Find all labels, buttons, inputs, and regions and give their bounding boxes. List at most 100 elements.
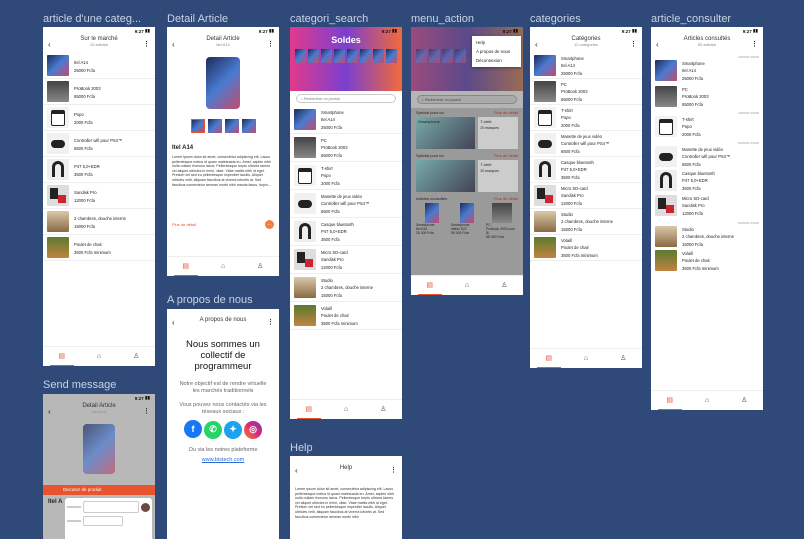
whatsapp-icon[interactable]: ✆ (204, 420, 222, 439)
list-item[interactable]: Casque bluetooth P47 5,0+EDR 3500 Fcfa (651, 168, 763, 193)
instagram-icon[interactable]: ◎ (244, 420, 262, 439)
feed-icon: ▤ (545, 354, 552, 362)
list-item[interactable]: Volaill Poulet de chair 3500 Fcfa minimum (530, 235, 642, 261)
list-item[interactable]: Popo 2000 Fcfa (43, 105, 155, 131)
tab-profile[interactable]: ♙ (732, 391, 756, 411)
more-menu-icon[interactable]: ⋮ (267, 318, 274, 326)
twitter-icon[interactable]: ✦ (224, 420, 242, 439)
tab-profile[interactable]: ♙ (371, 400, 395, 420)
thumbnail[interactable] (241, 119, 256, 133)
tab-feed[interactable]: ▤ (49, 347, 74, 366)
tab-profile[interactable]: ♙ (611, 349, 635, 369)
menu-item-help[interactable]: Help (472, 38, 521, 47)
list-item[interactable]: Volaill Poulet de chair 3500 Fcfa minimum (651, 248, 763, 273)
tab-profile[interactable]: ♙ (124, 347, 148, 367)
chat-fab-icon[interactable]: … (265, 220, 274, 229)
room-image (534, 211, 556, 232)
more-menu-icon[interactable]: ⋮ (143, 40, 150, 48)
website-link[interactable]: www.bistech.com (167, 454, 279, 463)
tab-feed[interactable]: ▤ (657, 391, 682, 410)
promo-card[interactable]: Smartphone (416, 117, 476, 149)
list-item[interactable]: Studio 2 chambres, douche interne 15000 Fc… (651, 225, 763, 248)
thumbnail[interactable] (207, 119, 222, 133)
tab-feed[interactable]: ▤ (296, 400, 321, 419)
tab-feed[interactable]: ▤ (173, 257, 198, 276)
list-item[interactable]: 2 chambres, douche interne 15000 Fcfa (43, 209, 155, 235)
search-input[interactable]: ⌕ Rechercher un produit (296, 94, 396, 103)
back-arrow-icon[interactable]: ‹ (295, 466, 305, 475)
list-item[interactable]: Manette de jeux vidéo Controller wifi pou… (530, 131, 642, 157)
list-item[interactable]: Sandisk Pro 12000 Fcfa (43, 183, 155, 209)
more-menu-icon[interactable]: ⋮ (630, 40, 637, 48)
list-item[interactable]: Manette de jeux vidéo Controller wifi pou… (290, 190, 402, 218)
viewed-card[interactable]: PC ProBook 2003 core i5 55 000 Fcfa (486, 203, 518, 239)
tab-shop[interactable]: ⌂ (334, 400, 358, 420)
item-subname: Controller wifi pour PS4™ (561, 141, 610, 146)
list-item[interactable]: T-shirt Popo 2000 Fcfa (290, 162, 402, 190)
more-menu-icon[interactable]: ⋮ (751, 40, 758, 48)
viewed-card[interactable]: Smartphone Itel A14 25 000 Fcfa (416, 203, 448, 239)
tab-shop[interactable]: ⌂ (574, 349, 598, 369)
back-arrow-icon[interactable]: ‹ (172, 318, 182, 327)
list-item[interactable]: Itel A14 25000 Fcfa (43, 53, 155, 79)
promo-card[interactable] (416, 160, 476, 192)
tab-shop[interactable]: ⌂ (211, 257, 235, 277)
more-menu-icon[interactable]: ⋮ (267, 40, 274, 48)
list-item[interactable]: T-shirt Popo 2000 Fcfa (651, 115, 763, 138)
promo-card[interactable]: T-shirt 20 marques (478, 117, 518, 149)
list-item[interactable]: Manette de jeux vidéo Controller wifi pou… (651, 145, 763, 168)
category-list: Smartphone Itel A14 25000 Fcfa PC ProBook 2… (530, 53, 642, 261)
list-item[interactable]: Poulet de chair 3500 Fcfa minimum (43, 235, 155, 261)
facebook-icon[interactable]: f (184, 420, 202, 438)
menu-item-about[interactable]: A propos de nous (472, 47, 521, 56)
tab-feed[interactable]: ▤ (536, 349, 561, 368)
more-details-link[interactable]: Plus de détail (172, 222, 196, 227)
list-item[interactable]: PC ProBook 2003 65000 Fcfa (651, 82, 763, 108)
tab-feed[interactable]: ▤ (417, 276, 442, 295)
more-link[interactable]: Plus de détail (494, 153, 518, 158)
tab-shop[interactable]: ⌂ (455, 276, 479, 296)
back-arrow-icon[interactable]: ‹ (172, 40, 182, 49)
promo-banner[interactable]: 9:27 ▮▮ Soldes (290, 27, 402, 91)
list-item[interactable]: Casque bluetooth P47 5,0+EDR 3500 Fcfa (530, 157, 642, 183)
search-input[interactable]: ⌕ Rechercher un produit (417, 95, 517, 104)
list-item[interactable]: Controller wifi pour PS4™ 6500 Fcfa (43, 131, 155, 157)
back-arrow-icon[interactable]: ‹ (48, 407, 58, 416)
list-item[interactable]: PC ProBook 2003 65000 Fcfa (530, 79, 642, 105)
more-menu-icon[interactable]: ⋮ (390, 466, 397, 474)
list-item[interactable]: Studio 2 chambres, douche interne 15000 Fc… (530, 209, 642, 235)
viewed-card[interactable]: Smartphone infinix S22 55 000 Fcfa (451, 203, 483, 239)
tab-profile[interactable]: ♙ (492, 276, 516, 296)
thumbnail[interactable] (224, 119, 239, 133)
list-item[interactable]: T-shirt Popo 2000 Fcfa (530, 105, 642, 131)
tab-profile[interactable]: ♙ (248, 257, 272, 277)
list-item[interactable]: Smartphone Itel A14 25000 Fcfa (290, 106, 402, 134)
message-bubble (83, 501, 139, 513)
list-item[interactable]: Smartphone Itel A14 25000 Fcfa (530, 53, 642, 79)
back-arrow-icon[interactable]: ‹ (48, 40, 58, 49)
list-item[interactable]: P47 5,0+EDR 3500 Fcfa (43, 157, 155, 183)
list-item[interactable]: Smartphone Itel A14 25000 Fcfa (651, 59, 763, 82)
chicken-image (294, 305, 316, 326)
user-icon: ♙ (133, 352, 140, 360)
promo-card[interactable]: T-shirt 20 marques (478, 160, 518, 192)
tab-shop[interactable]: ⌂ (695, 391, 719, 411)
more-link[interactable]: Plus de détail (494, 110, 518, 115)
more-menu-icon[interactable]: ⋮ (143, 407, 150, 415)
frame-label-article-consulter: article_consulter (651, 13, 732, 25)
list-item[interactable]: Casque bluetooth P47 5,0+EDR 3500 Fcfa (290, 218, 402, 246)
list-item[interactable]: Micro SD-card Sandisk Pro 12000 Fcfa (290, 246, 402, 274)
chat-header-bar[interactable]: Discutez de produit (43, 485, 155, 495)
back-arrow-icon[interactable]: ‹ (535, 40, 545, 49)
list-item[interactable]: Studio 2 chambres, douche interne 15000 Fc… (290, 274, 402, 302)
list-item[interactable]: PC ProBook 2003 65000 Fcfa (290, 134, 402, 162)
list-item[interactable]: Volaill Poulet de chair 3500 Fcfa minimum (290, 302, 402, 330)
thumbnail[interactable] (190, 119, 205, 133)
list-item[interactable]: ProBook 2003 65000 Fcfa (43, 79, 155, 105)
back-arrow-icon[interactable]: ‹ (656, 40, 666, 49)
list-item[interactable]: Micro SD-card Sandisk Pro 12000 Fcfa (651, 193, 763, 218)
more-link[interactable]: Plus de détail (494, 196, 518, 201)
tab-shop[interactable]: ⌂ (87, 347, 111, 367)
list-item[interactable]: Micro SD-card Sandisk Pro 12000 Fcfa (530, 183, 642, 209)
menu-item-logout[interactable]: Déconnexion (472, 56, 521, 65)
